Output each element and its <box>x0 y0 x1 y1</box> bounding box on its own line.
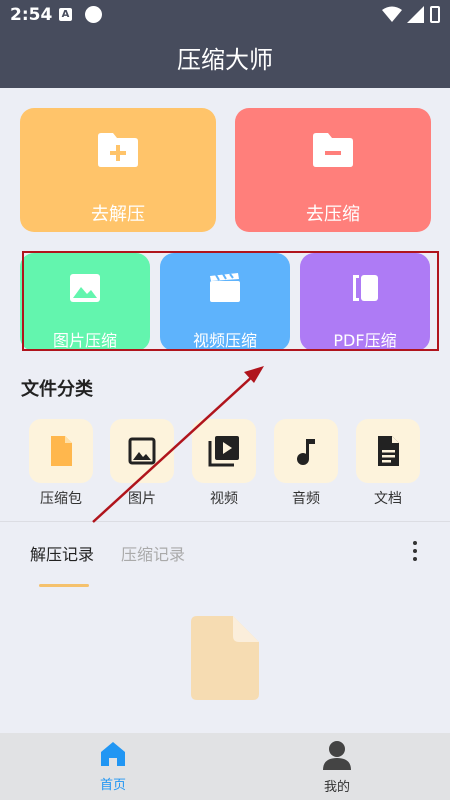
more-options-icon[interactable] <box>408 541 422 563</box>
app-header: 2:54 A 压缩大师 <box>0 0 450 88</box>
nav-profile[interactable]: 我的 <box>297 740 377 795</box>
category-label: 音频 <box>292 491 320 507</box>
category-documents[interactable]: 文档 <box>356 419 420 508</box>
document-icon <box>378 436 399 466</box>
pdf-icon <box>353 275 378 301</box>
notification-circle-icon <box>85 6 102 23</box>
category-images[interactable]: 图片 <box>110 419 174 508</box>
nav-home-label: 首页 <box>99 778 126 793</box>
category-audio[interactable]: 音频 <box>274 419 338 508</box>
category-label: 视频 <box>210 491 238 507</box>
music-note-icon <box>297 439 315 465</box>
category-label: 图片 <box>128 491 156 507</box>
signal-icon <box>407 6 424 23</box>
category-archive[interactable]: 压缩包 <box>29 419 93 508</box>
status-time: 2:54 <box>10 5 53 25</box>
decompress-button[interactable]: 去解压 <box>20 108 216 232</box>
image-compress-button[interactable]: 图片压缩 <box>20 253 150 351</box>
tab-decompress-records[interactable]: 解压记录 <box>30 541 94 565</box>
page-title: 压缩大师 <box>177 46 273 74</box>
image-compress-label: 图片压缩 <box>52 331 117 350</box>
video-compress-button[interactable]: 视频压缩 <box>160 253 290 351</box>
bottom-navigation: 首页 我的 <box>0 733 450 800</box>
compress-button[interactable]: 去压缩 <box>235 108 431 232</box>
tab-compress-records[interactable]: 压缩记录 <box>121 541 185 565</box>
nav-profile-label: 我的 <box>323 780 350 795</box>
archive-file-icon <box>51 436 72 466</box>
picture-icon <box>128 437 156 465</box>
notification-a-icon: A <box>59 8 72 21</box>
empty-file-icon <box>191 616 259 700</box>
folder-plus-icon <box>98 133 138 167</box>
nav-home[interactable]: 首页 <box>73 740 153 793</box>
categories-title: 文件分类 <box>21 379 93 400</box>
home-icon <box>101 742 125 766</box>
decompress-label: 去解压 <box>91 204 145 225</box>
battery-icon <box>430 6 440 23</box>
video-icon <box>210 273 240 302</box>
folder-minus-icon <box>313 133 353 167</box>
video-compress-label: 视频压缩 <box>192 331 257 350</box>
pdf-compress-button[interactable]: PDF压缩 <box>300 253 430 351</box>
category-label: 文档 <box>374 491 402 507</box>
pdf-compress-label: PDF压缩 <box>333 331 397 350</box>
image-icon <box>70 274 100 302</box>
compress-label: 去压缩 <box>306 204 360 225</box>
active-tab-indicator <box>39 584 89 587</box>
person-icon <box>323 741 351 770</box>
wifi-icon <box>382 6 402 22</box>
video-library-icon <box>208 436 239 467</box>
section-divider <box>0 521 450 522</box>
category-label: 压缩包 <box>40 491 82 507</box>
category-videos[interactable]: 视频 <box>192 419 256 508</box>
status-bar: 2:54 A <box>0 0 450 30</box>
